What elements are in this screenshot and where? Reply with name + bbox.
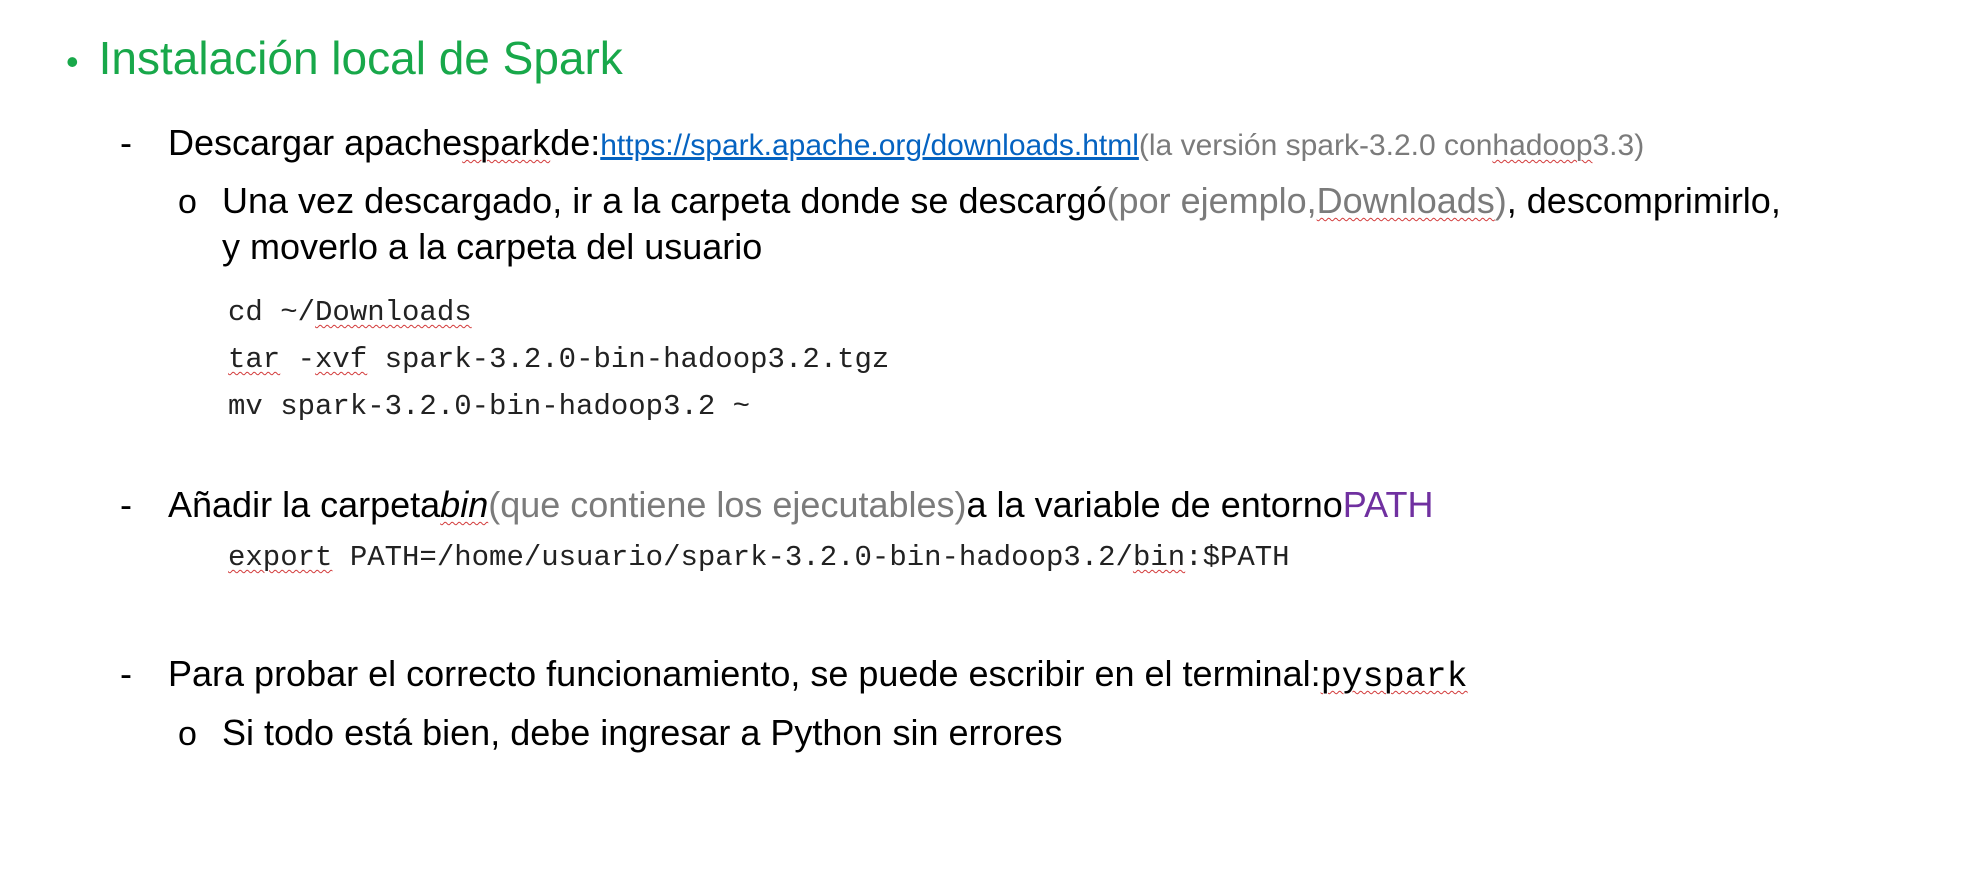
section-1-sub-line-2: y moverlo a la carpeta del usuario [222,224,762,269]
spark-download-link[interactable]: https://spark.apache.org/downloads.html [600,129,1139,163]
section-2-note: (que contiene los ejecutables) [488,484,967,525]
code-export-bin: bin [1132,541,1186,574]
section-1-spark: spark [462,122,551,163]
section-2-bin: bin [440,484,489,525]
code-tar: tar [228,343,281,376]
section-1-text-a: Descargar apache [168,122,463,163]
code-line-mv: mv spark-3.2.0-bin-hadoop3.2 ~ [228,390,750,423]
section-1-sub-text-b: , descomprimirlo, [1506,180,1781,221]
code-mv: mv spark-3.2.0-bin-hadoop3.2 ~ [228,390,751,423]
code-line-export: export PATH=/home/usuario/spark-3.2.0-bi… [228,541,1290,574]
section-1-note-hadoop: hadoop [1492,129,1593,162]
code-cd-downloads: Downloads [315,296,472,329]
section-1-sub-text-a: Una vez descargado, ir a la carpeta dond… [222,180,1107,221]
code-export-tail: :$PATH [1185,541,1290,574]
section-1-line: - Descargar apache spark de: https://spa… [120,120,1644,165]
section-2-path: PATH [1342,484,1434,525]
section-3-text: Para probar el correcto funcionamiento, … [168,653,1321,694]
section-1-sub-note-a: (por ejemplo, [1106,180,1317,221]
section-2-text-b: a la variable de entorno [966,484,1343,525]
dash-bullet: - [120,653,132,694]
section-1-sub-note-downloads: Downloads [1316,180,1495,221]
bullet-dot: • [66,41,79,82]
slide-title: Instalación local de Spark [98,32,623,84]
slide: • Instalación local de Spark - Descargar… [0,0,1978,883]
code-line-cd: cd ~/Downloads [228,296,472,329]
section-2-text-a: Añadir la carpeta [168,484,441,525]
section-2-line: - Añadir la carpeta bin (que contiene lo… [120,482,1433,527]
code-tar-dash: - [280,343,316,376]
code-cd-a: cd ~/ [228,296,316,329]
section-3-sub-text: Si todo está bien, debe ingresar a Pytho… [222,712,1063,753]
code-export: export [228,541,333,574]
dash-bullet: - [120,122,132,163]
dash-bullet: - [120,484,132,525]
code-tar-xvf: xvf [315,343,368,376]
section-3-line: - Para probar el correcto funcionamiento… [120,651,1468,697]
code-line-tar: tar -xvf spark-3.2.0-bin-hadoop3.2.tgz [228,343,889,376]
title-row: • Instalación local de Spark [66,32,623,85]
circle-bullet: o [178,183,197,221]
section-3-cmd: pyspark [1320,657,1468,697]
code-tar-file: spark-3.2.0-bin-hadoop3.2.tgz [367,343,890,376]
section-1-sub-line: o Una vez descargado, ir a la carpeta do… [178,178,1781,223]
section-1-text-b: de: [550,122,601,163]
section-3-sub-line: o Si todo está bien, debe ingresar a Pyt… [178,710,1063,755]
circle-bullet: o [178,715,197,753]
code-export-path: PATH=/home/usuario/spark-3.2.0-bin-hadoo… [332,541,1133,574]
section-1-sub-text-line2: y moverlo a la carpeta del usuario [222,226,763,267]
section-1-note-b: 3.3) [1592,129,1645,162]
section-1-note-a: (la versión spark-3.2.0 con [1138,129,1493,162]
section-1-sub-note-b: ) [1494,180,1507,221]
